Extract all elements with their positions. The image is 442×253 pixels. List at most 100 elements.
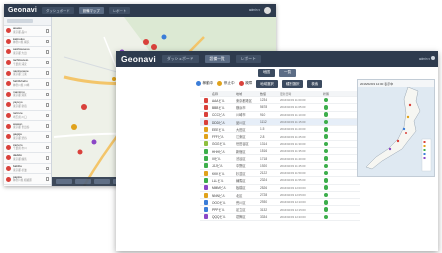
region-select[interactable]: 地域選択 — [256, 79, 278, 88]
cell-area: 渋谷区 — [236, 157, 246, 162]
select-checkbox[interactable] — [45, 39, 49, 44]
table-row[interactable]: PPPビル 足立区 3132 2016/02/03 12:15:00 — [200, 206, 360, 214]
facility-icon — [204, 119, 208, 125]
gear-icon[interactable] — [431, 56, 435, 60]
table-row[interactable]: MMMビル 板橋区 2526 2016/02/03 12:00:00 — [200, 185, 360, 192]
cell-value: 1112 — [260, 120, 267, 125]
table-row[interactable]: HHHビル 新宿区 1516 2016/02/03 11:35:00 — [200, 148, 360, 156]
gear-icon[interactable] — [264, 7, 271, 14]
filter-fault[interactable]: 故障 — [238, 81, 252, 86]
sidebar-list-item[interactable]: wawon 東京都 世田谷 — [4, 121, 51, 132]
status-ok-icon — [323, 163, 329, 169]
sidebar-list-item[interactable]: dadido 東京都 練馬 — [4, 153, 51, 164]
overview-map[interactable]: 2016/02/03 12:00 表示中 — [357, 79, 435, 177]
table-row[interactable]: NNNビル 北区 2728 2016/02/03 12:05:00 — [200, 192, 360, 200]
cell-name: FFFビル — [212, 135, 225, 140]
sidebar-list-item[interactable]: zazuzo 千葉県 市川 — [4, 143, 51, 154]
map-marker[interactable] — [161, 34, 167, 40]
cell-value: 1920 — [260, 163, 268, 168]
sidebar-list-item[interactable]: kakisuko 神奈川県 横浜 — [4, 37, 51, 48]
map-tool-button[interactable] — [94, 179, 110, 184]
map-view-button[interactable]: 地図 — [257, 68, 275, 77]
user-menu[interactable]: admin ▾ — [419, 57, 430, 61]
facility-icon — [204, 97, 208, 103]
map-marker[interactable] — [91, 139, 97, 145]
table-row[interactable]: GGGビル 世田谷区 1314 2016/02/03 11:30:00 — [200, 141, 360, 149]
sidebar-list-item[interactable]: naninunene 東京都 江東 — [4, 68, 51, 79]
map-tool-button[interactable] — [75, 179, 91, 184]
table-row[interactable]: AAAビル 東京都港区 1234 2016/02/03 11:00:00 — [200, 97, 360, 105]
table-row[interactable]: OOOビル 荒川区 2930 2016/02/03 12:10:00 — [200, 199, 360, 207]
table-row[interactable]: BBBビル 横浜市 5678 2016/02/03 11:05:00 — [200, 104, 360, 112]
sidebar-list-item[interactable]: aiueko 東京都 品川 — [4, 26, 51, 37]
list-window: Geonavi ダッシュボード 設備一覧 レポート admin ▾ 地図 一覧 … — [116, 51, 438, 251]
select-checkbox[interactable] — [45, 103, 49, 107]
select-checkbox[interactable] — [45, 29, 49, 33]
sidebar-list-item[interactable]: tachitsuteto 千葉県 浦安 — [4, 58, 51, 69]
sidebar-list-item[interactable]: rarirure 埼玉県 川口 — [4, 111, 51, 122]
sidebar-list-item[interactable]: babibu 東京都 杉並 — [4, 164, 51, 175]
select-checkbox[interactable] — [45, 60, 49, 65]
select-checkbox[interactable] — [45, 113, 49, 118]
site-location: 千葉県 浦安 — [13, 62, 27, 66]
table-row[interactable]: KKKビル 杉並区 2122 2016/02/03 11:50:00 — [200, 170, 360, 178]
table-row[interactable]: JJJビル 中野区 1920 2016/02/03 11:45:00 — [200, 163, 360, 170]
map-marker[interactable] — [71, 124, 77, 130]
sidebar-list-item[interactable]: sashisuseso 東京都 大田 — [4, 47, 51, 58]
filter-running[interactable]: 稼動中 — [196, 81, 213, 86]
table-row[interactable]: LLLビル 練馬区 2324 2016/02/03 11:55:00 — [200, 177, 360, 185]
select-checkbox[interactable] — [45, 50, 49, 54]
search-button[interactable]: 検索 — [307, 79, 323, 88]
filter-stopped[interactable]: 停止中 — [217, 81, 235, 86]
cell-area: 荒川区 — [236, 200, 246, 205]
user-menu[interactable]: admin ▾ — [249, 8, 260, 12]
map-marker[interactable] — [143, 39, 149, 45]
cell-area: 葛飾区 — [236, 215, 246, 220]
map-marker[interactable] — [151, 44, 157, 50]
tab-report[interactable]: レポート — [108, 7, 131, 14]
table-row[interactable]: CCCビル 川崎市 910 2016/02/03 11:10:00 — [200, 112, 360, 119]
tab-dashboard[interactable]: ダッシュボード — [161, 55, 199, 63]
select-checkbox[interactable] — [45, 82, 49, 86]
map-tool-button[interactable] — [56, 179, 72, 184]
select-checkbox[interactable] — [45, 124, 49, 128]
status-ok-icon — [323, 170, 329, 176]
select-checkbox[interactable] — [45, 156, 49, 160]
tab-list[interactable]: 設備一覧 — [204, 55, 230, 63]
facility-icon — [204, 185, 208, 191]
tab-report[interactable]: レポート — [235, 55, 261, 63]
sidebar-list-item[interactable]: gagigu 東京都 渋谷 — [4, 132, 51, 143]
cell-area: 足立区 — [236, 208, 246, 213]
sidebar-list-item[interactable]: mamimu 東京都 港区 — [4, 90, 51, 101]
composite-screenshot: Geonavi ダッシュボード 設備マップ レポート admin ▾ aiuek… — [0, 0, 442, 253]
cell-value: 1718 — [260, 156, 268, 161]
table-row[interactable]: FFFビル 江東区 2.8 2016/02/03 11:25:00 — [200, 133, 360, 141]
sidebar-list-item[interactable]: yayuyo 東京都 新宿 — [4, 100, 51, 111]
table-row[interactable]: DDDビル 品川区 1112 2016/02/03 11:15:00 — [200, 118, 360, 127]
map-marker[interactable] — [81, 104, 87, 110]
select-checkbox[interactable] — [45, 145, 49, 150]
list-view-button[interactable]: 一覧 — [279, 68, 297, 77]
map-pin-icon — [6, 38, 11, 44]
table-row[interactable]: QQQビル 葛飾区 3334 2016/02/03 12:20:00 — [200, 214, 360, 222]
site-location: 東京都 新宿 — [13, 104, 27, 108]
select-checkbox[interactable] — [45, 177, 49, 181]
sidebar-list-item[interactable]: papipu 神奈川県 相模原 — [4, 174, 51, 185]
table-row[interactable]: IIIビル 渋谷区 1718 2016/02/03 11:40:00 — [200, 155, 360, 163]
cell-value: 2122 — [260, 171, 268, 176]
select-checkbox[interactable] — [45, 71, 49, 75]
map-pin-icon — [6, 166, 11, 172]
table-row[interactable]: EEEビル 大田区 1.5 2016/02/03 11:20:00 — [200, 126, 360, 134]
tab-dashboard[interactable]: ダッシュボード — [42, 7, 74, 14]
map-marker[interactable] — [77, 149, 83, 155]
facility-icon — [204, 177, 208, 183]
sidebar-search[interactable] — [4, 17, 51, 26]
sidebar-list-item[interactable]: hahifuheho 神奈川県 川崎 — [4, 79, 51, 90]
select-checkbox[interactable] — [45, 166, 49, 171]
select-checkbox[interactable] — [45, 134, 49, 139]
tab-map[interactable]: 設備マップ — [78, 7, 104, 14]
map-pin-icon — [6, 123, 11, 129]
type-select[interactable]: 種別選択 — [281, 79, 304, 88]
select-checkbox[interactable] — [45, 92, 49, 97]
site-name: tachitsuteto — [13, 59, 29, 63]
